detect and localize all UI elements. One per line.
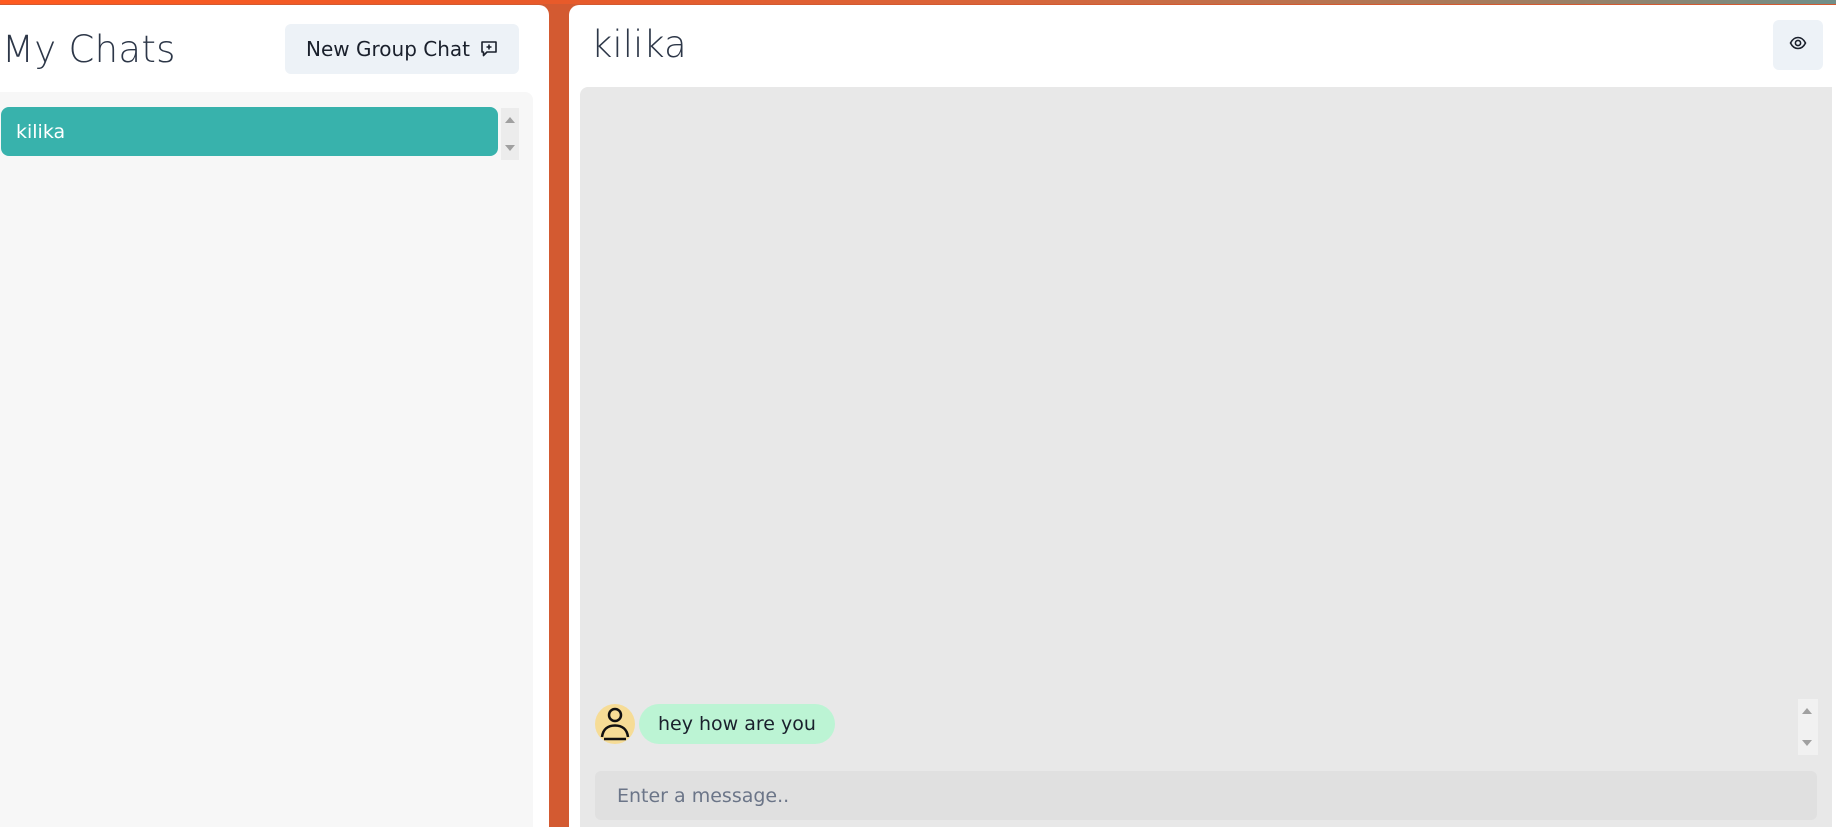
- chat-panel: kilika hey how are you: [569, 5, 1836, 827]
- scroll-down-arrow-icon[interactable]: [1802, 740, 1812, 746]
- chat-plus-icon: [480, 40, 498, 58]
- messages-area: hey how are you: [580, 87, 1832, 827]
- message-bubble: hey how are you: [639, 704, 835, 744]
- my-chats-panel: My Chats New Group Chat kilika: [0, 5, 549, 827]
- eye-icon: [1789, 34, 1807, 56]
- chat-list-scrollbar[interactable]: [501, 108, 519, 160]
- new-group-chat-label: New Group Chat: [306, 37, 470, 61]
- chat-list-item-label: kilika: [16, 120, 66, 143]
- my-chats-title: My Chats: [2, 28, 176, 71]
- message-row: hey how are you: [595, 704, 835, 744]
- view-profile-button[interactable]: [1773, 20, 1823, 70]
- chat-title: kilika: [591, 23, 687, 66]
- scroll-up-arrow-icon[interactable]: [1802, 708, 1812, 714]
- scroll-up-arrow-icon[interactable]: [505, 117, 515, 123]
- avatar[interactable]: [595, 704, 635, 744]
- chat-list-item-kilika[interactable]: kilika: [1, 107, 498, 156]
- scroll-down-arrow-icon[interactable]: [505, 145, 515, 151]
- messages-scrollbar[interactable]: [1798, 699, 1818, 755]
- chat-list: kilika: [0, 92, 533, 827]
- new-group-chat-button[interactable]: New Group Chat: [285, 24, 519, 74]
- user-icon: [595, 704, 635, 744]
- message-input[interactable]: [595, 771, 1817, 820]
